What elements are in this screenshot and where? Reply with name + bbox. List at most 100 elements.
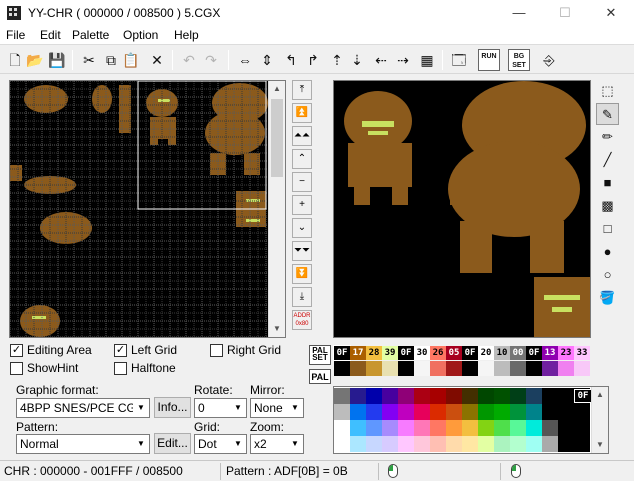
left-grid-checkbox[interactable]: ✓ <box>114 344 127 357</box>
editor-panel[interactable] <box>333 80 591 338</box>
shift-up-icon[interactable]: ⇡ <box>326 49 348 71</box>
color-cell[interactable] <box>366 420 382 436</box>
color-cell[interactable] <box>446 388 462 404</box>
undo-icon[interactable]: ↶ <box>178 49 200 71</box>
palette-swatch[interactable] <box>350 361 366 376</box>
color-cell[interactable] <box>350 388 366 404</box>
palette-swatch[interactable] <box>414 361 430 376</box>
palette-entry[interactable]: 05 <box>446 346 462 360</box>
color-cell[interactable] <box>350 420 366 436</box>
menu-help[interactable]: Help <box>174 28 199 42</box>
color-cell[interactable] <box>350 404 366 420</box>
color-cell[interactable] <box>334 388 350 404</box>
color-cell[interactable] <box>398 404 414 420</box>
page-bottom-button[interactable]: ⤓ <box>292 287 312 307</box>
color-cell[interactable] <box>510 436 526 452</box>
pen-tool-icon[interactable]: ✎ <box>596 103 619 125</box>
scroll-thumb[interactable] <box>271 99 283 177</box>
palette-swatch[interactable] <box>478 361 494 376</box>
color-cell[interactable] <box>366 404 382 420</box>
color-cell[interactable] <box>382 420 398 436</box>
palette-swatch[interactable] <box>526 361 542 376</box>
palette-swatch[interactable] <box>446 361 462 376</box>
menu-palette[interactable]: Palette <box>72 28 109 42</box>
color-cell[interactable] <box>334 436 350 452</box>
color-cell[interactable] <box>366 388 382 404</box>
rect-tool-icon[interactable]: □ <box>596 218 619 240</box>
color-cell[interactable] <box>542 388 558 404</box>
circle-tool-icon[interactable]: ○ <box>596 264 619 286</box>
color-cell[interactable] <box>414 436 430 452</box>
pattern-panel[interactable]: ▲ ▼ <box>9 80 286 338</box>
color-cell[interactable] <box>542 436 558 452</box>
scroll-up-arrow-icon[interactable]: ▲ <box>592 387 608 403</box>
shift-right-icon[interactable]: ⇢ <box>392 49 414 71</box>
rotate-left-icon[interactable]: ↰ <box>280 49 302 71</box>
paste-icon[interactable]: 📋 <box>120 49 142 71</box>
color-cell[interactable] <box>350 436 366 452</box>
color-cell[interactable] <box>574 404 590 420</box>
page-top-button[interactable]: ⤒ <box>292 80 312 100</box>
palette-entry[interactable]: 00 <box>510 346 526 360</box>
palette-entry[interactable]: 30 <box>414 346 430 360</box>
color-grid[interactable] <box>334 387 592 453</box>
color-cell[interactable] <box>510 420 526 436</box>
close-button[interactable]: ✕ <box>588 0 634 26</box>
rotate-select[interactable]: 0 ▼ <box>194 398 247 418</box>
palette-entry[interactable]: 33 <box>574 346 590 360</box>
color-cell[interactable] <box>430 420 446 436</box>
redo-icon[interactable]: ↷ <box>200 49 222 71</box>
line-up-button[interactable]: ⌃ <box>292 149 312 169</box>
palette-entry[interactable]: 39 <box>382 346 398 360</box>
color-grid-scrollbar[interactable]: ▲ ▼ <box>591 387 608 453</box>
pattern-select[interactable]: Normal ▼ <box>16 434 150 454</box>
color-cell[interactable] <box>366 436 382 452</box>
shift-down-icon[interactable]: ⇣ <box>346 49 368 71</box>
select-tool-icon[interactable]: ⬚ <box>596 80 619 102</box>
palette-icon[interactable]: ▦ <box>416 49 438 71</box>
palette-entry[interactable]: 10 <box>494 346 510 360</box>
maximize-button[interactable]: ☐ <box>542 0 588 26</box>
fill-tool-icon[interactable]: 🪣 <box>596 287 619 309</box>
palette-entry[interactable]: 13 <box>542 346 558 360</box>
color-cell[interactable] <box>526 404 542 420</box>
color-cell[interactable] <box>334 404 350 420</box>
line-tool-icon[interactable]: ╱ <box>596 149 619 171</box>
color-cell[interactable] <box>430 388 446 404</box>
pal-button[interactable]: PAL <box>309 369 331 384</box>
color-cell[interactable] <box>462 436 478 452</box>
palette-entry[interactable]: 17 <box>350 346 366 360</box>
delete-icon[interactable]: ✕ <box>146 49 168 71</box>
color-cell[interactable] <box>430 404 446 420</box>
filled-circle-tool-icon[interactable]: ● <box>596 241 619 263</box>
save-icon[interactable]: 💾 <box>46 49 68 71</box>
palette-swatch[interactable] <box>382 361 398 376</box>
page-down-fast-button[interactable]: ⏬ <box>292 264 312 284</box>
run-script-icon[interactable]: RUN <box>478 49 500 71</box>
color-cell[interactable] <box>542 420 558 436</box>
color-cell[interactable] <box>446 420 462 436</box>
palette-swatch[interactable] <box>510 361 526 376</box>
color-cell[interactable] <box>382 388 398 404</box>
palette-entry[interactable]: 23 <box>558 346 574 360</box>
color-cell[interactable] <box>526 420 542 436</box>
mirror-select[interactable]: None ▼ <box>250 398 304 418</box>
color-cell[interactable] <box>382 404 398 420</box>
cut-icon[interactable]: ✂ <box>78 49 100 71</box>
color-cell[interactable] <box>494 420 510 436</box>
palette-swatch[interactable] <box>430 361 446 376</box>
color-cell[interactable] <box>398 420 414 436</box>
color-cell[interactable] <box>510 404 526 420</box>
color-cell[interactable] <box>494 388 510 404</box>
exit-icon[interactable]: ⎆ <box>538 49 560 71</box>
color-cell[interactable] <box>462 388 478 404</box>
color-cell[interactable] <box>446 404 462 420</box>
palette-entry[interactable]: 28 <box>366 346 382 360</box>
bg-set-icon[interactable]: BG SET <box>508 49 530 71</box>
palette-swatch[interactable] <box>398 361 414 376</box>
palette-swatch[interactable] <box>558 361 574 376</box>
byte-up-button[interactable]: + <box>292 195 312 215</box>
color-cell[interactable] <box>558 420 574 436</box>
new-icon[interactable]: 🗋 <box>4 49 26 71</box>
pattern-canvas[interactable] <box>10 81 268 337</box>
